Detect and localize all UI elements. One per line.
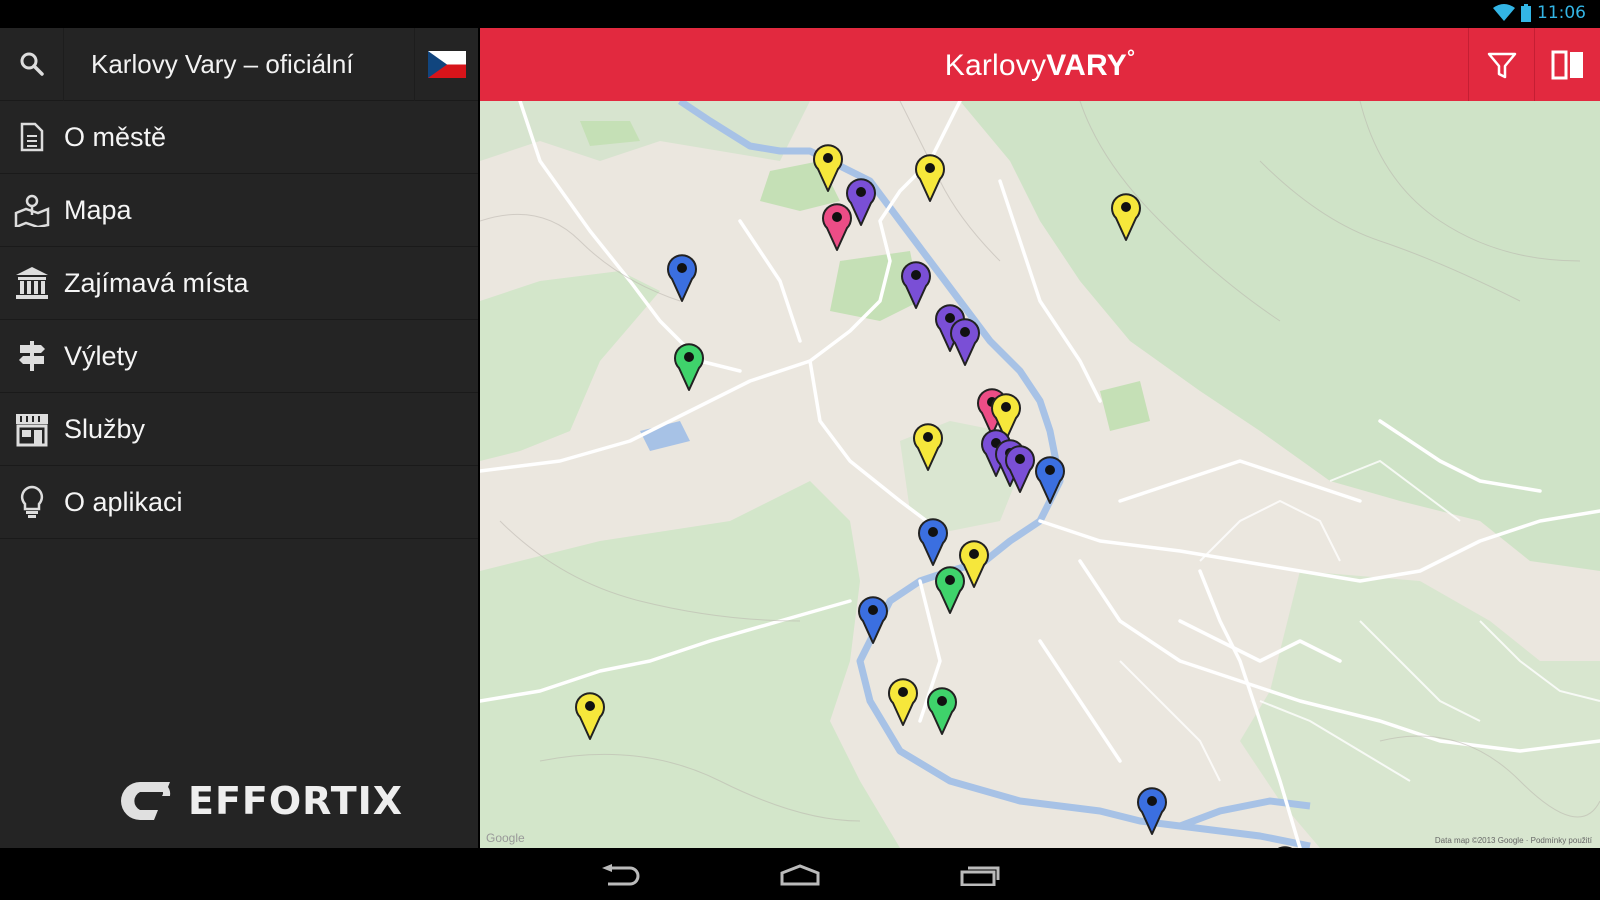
brand-name: EFFORTIX (188, 779, 404, 823)
recent-apps-icon[interactable] (950, 858, 1010, 892)
system-navigation-bar (0, 848, 1600, 900)
status-indicators: 11:06 (1493, 3, 1586, 23)
marker-pin-icon (858, 596, 888, 644)
menu-item-zajimava-mista[interactable]: Zajímavá místa (0, 247, 478, 320)
map-marker-purple[interactable] (948, 315, 982, 367)
map-marker-yellow[interactable] (811, 141, 845, 193)
map-marker-green[interactable] (672, 340, 706, 392)
map-marker-blue[interactable] (1135, 784, 1169, 836)
menu-item-vylety[interactable]: Výlety (0, 320, 478, 393)
back-icon[interactable] (590, 858, 650, 892)
filter-icon[interactable] (1468, 28, 1534, 101)
menu-label: O městě (64, 121, 167, 152)
clock: 11:06 (1537, 3, 1586, 23)
marker-pin-icon (1111, 193, 1141, 241)
logo-bold: VARY (1046, 48, 1128, 82)
map-marker-blue[interactable] (665, 251, 699, 303)
logo-main: Karlovy (944, 48, 1047, 82)
marker-pin-icon (1005, 445, 1035, 493)
menu-label: O aplikaci (64, 486, 183, 517)
marker-pin-icon (1137, 787, 1167, 835)
main-content: KarlovyVARY° Google Data map ©2013 Googl… (480, 28, 1600, 848)
effortix-logo-icon (121, 782, 171, 820)
wifi-icon (1493, 4, 1515, 22)
app-logo: KarlovyVARY° (480, 47, 1600, 83)
map-marker-yellow[interactable] (911, 420, 945, 472)
marker-pin-icon (935, 566, 965, 614)
marker-pin-icon (901, 261, 931, 309)
marker-pin-icon (888, 678, 918, 726)
menu-item-o-aplikaci[interactable]: O aplikaci (0, 466, 478, 539)
map-view[interactable]: Google Data map ©2013 Google · Podmínky … (480, 101, 1600, 848)
menu-label: Služby (64, 413, 146, 444)
map-credit[interactable]: Data map ©2013 Google · Podmínky použití (1435, 836, 1592, 845)
menu-item-mapa[interactable]: Mapa (0, 174, 478, 247)
marker-pin-icon (915, 154, 945, 202)
map-marker-green[interactable] (933, 563, 967, 615)
marker-pin-icon (950, 318, 980, 366)
book-icon[interactable] (1534, 28, 1600, 101)
signpost-icon (0, 340, 64, 372)
map-marker-purple[interactable] (1003, 442, 1037, 494)
museum-icon (0, 266, 64, 300)
logo-degree: ° (1127, 46, 1136, 69)
lightbulb-icon (0, 485, 64, 519)
shop-icon (0, 411, 64, 447)
map-pin-icon (0, 193, 64, 227)
marker-pin-icon (1035, 456, 1065, 504)
menu-item-sluzby[interactable]: Služby (0, 393, 478, 466)
marker-pin-icon (667, 254, 697, 302)
map-marker-pink[interactable] (820, 200, 854, 252)
effortix-logo: EFFORTIX (118, 778, 403, 824)
marker-pin-icon (822, 203, 852, 251)
map-marker-green[interactable] (925, 684, 959, 736)
czech-flag-icon[interactable] (414, 27, 478, 101)
document-icon (0, 122, 64, 152)
map-marker-yellow[interactable] (573, 689, 607, 741)
map-marker-blue[interactable] (1033, 453, 1067, 505)
search-icon[interactable] (0, 27, 64, 101)
marker-pin-icon (927, 687, 957, 735)
battery-icon (1521, 4, 1531, 22)
marker-pin-icon (918, 518, 948, 566)
map-marker-blue[interactable] (856, 593, 890, 645)
home-icon[interactable] (770, 858, 830, 892)
google-watermark: Google (486, 831, 525, 845)
menu-label: Zajímavá místa (64, 267, 249, 298)
drawer-title: Karlovy Vary – oficiální (91, 48, 354, 79)
navigation-drawer: Karlovy Vary – oficiální O městě Mapa Za… (0, 27, 478, 848)
marker-pin-icon (913, 423, 943, 471)
menu-label: Mapa (64, 194, 132, 225)
status-bar: 11:06 (0, 0, 1600, 28)
map-marker-purple[interactable] (899, 258, 933, 310)
map-marker-yellow[interactable] (1109, 190, 1143, 242)
map-marker-blue[interactable] (916, 515, 950, 567)
app-bar: KarlovyVARY° (480, 28, 1600, 101)
marker-pin-icon (813, 144, 843, 192)
marker-pin-icon (674, 343, 704, 391)
drawer-header: Karlovy Vary – oficiální (0, 27, 478, 101)
app-bar-actions (1468, 28, 1600, 101)
map-marker-yellow[interactable] (886, 675, 920, 727)
menu-item-o-meste[interactable]: O městě (0, 101, 478, 174)
map-marker-yellow[interactable] (913, 151, 947, 203)
menu-label: Výlety (64, 340, 138, 371)
marker-pin-icon (575, 692, 605, 740)
